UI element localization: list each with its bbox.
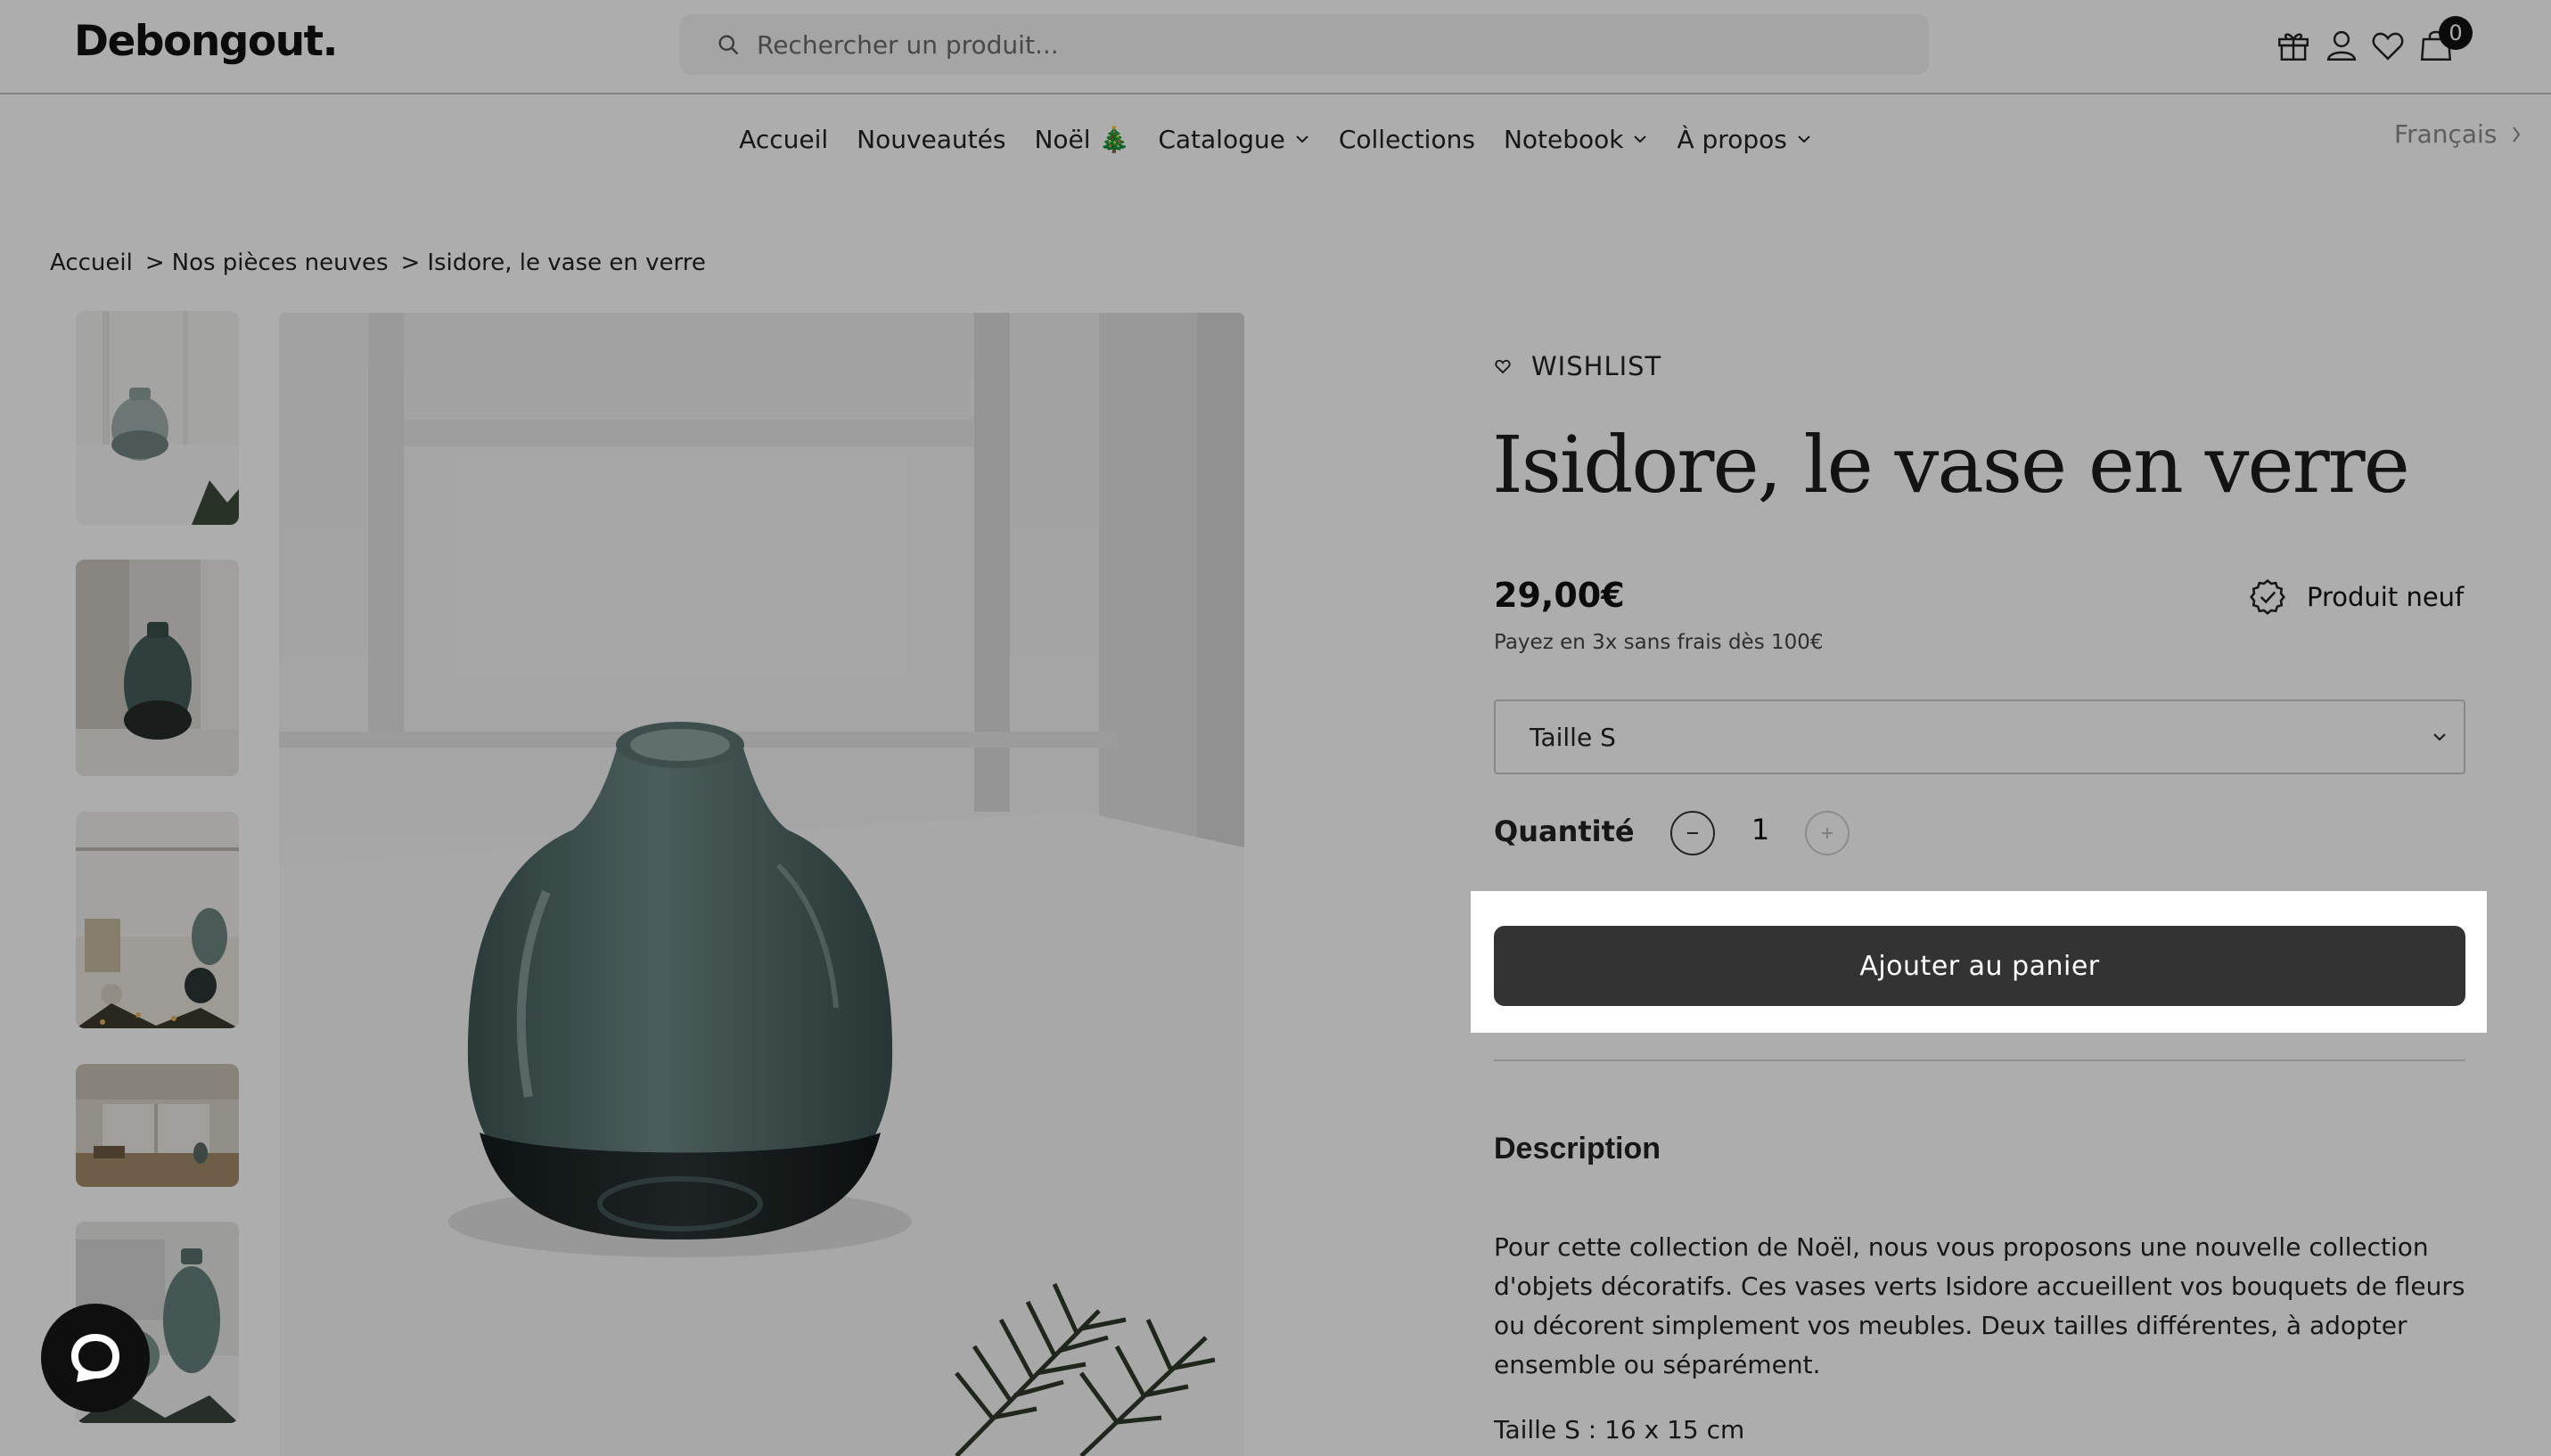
overlay-dim (0, 891, 1471, 1033)
overlay-dim (0, 1033, 2551, 1456)
chat-bubble-icon (71, 1334, 119, 1382)
overlay-dim (2487, 891, 2551, 1033)
overlay-dim (0, 0, 2551, 891)
add-to-cart-button[interactable]: Ajouter au panier (1494, 926, 2465, 1006)
chat-launcher[interactable] (41, 1304, 150, 1412)
